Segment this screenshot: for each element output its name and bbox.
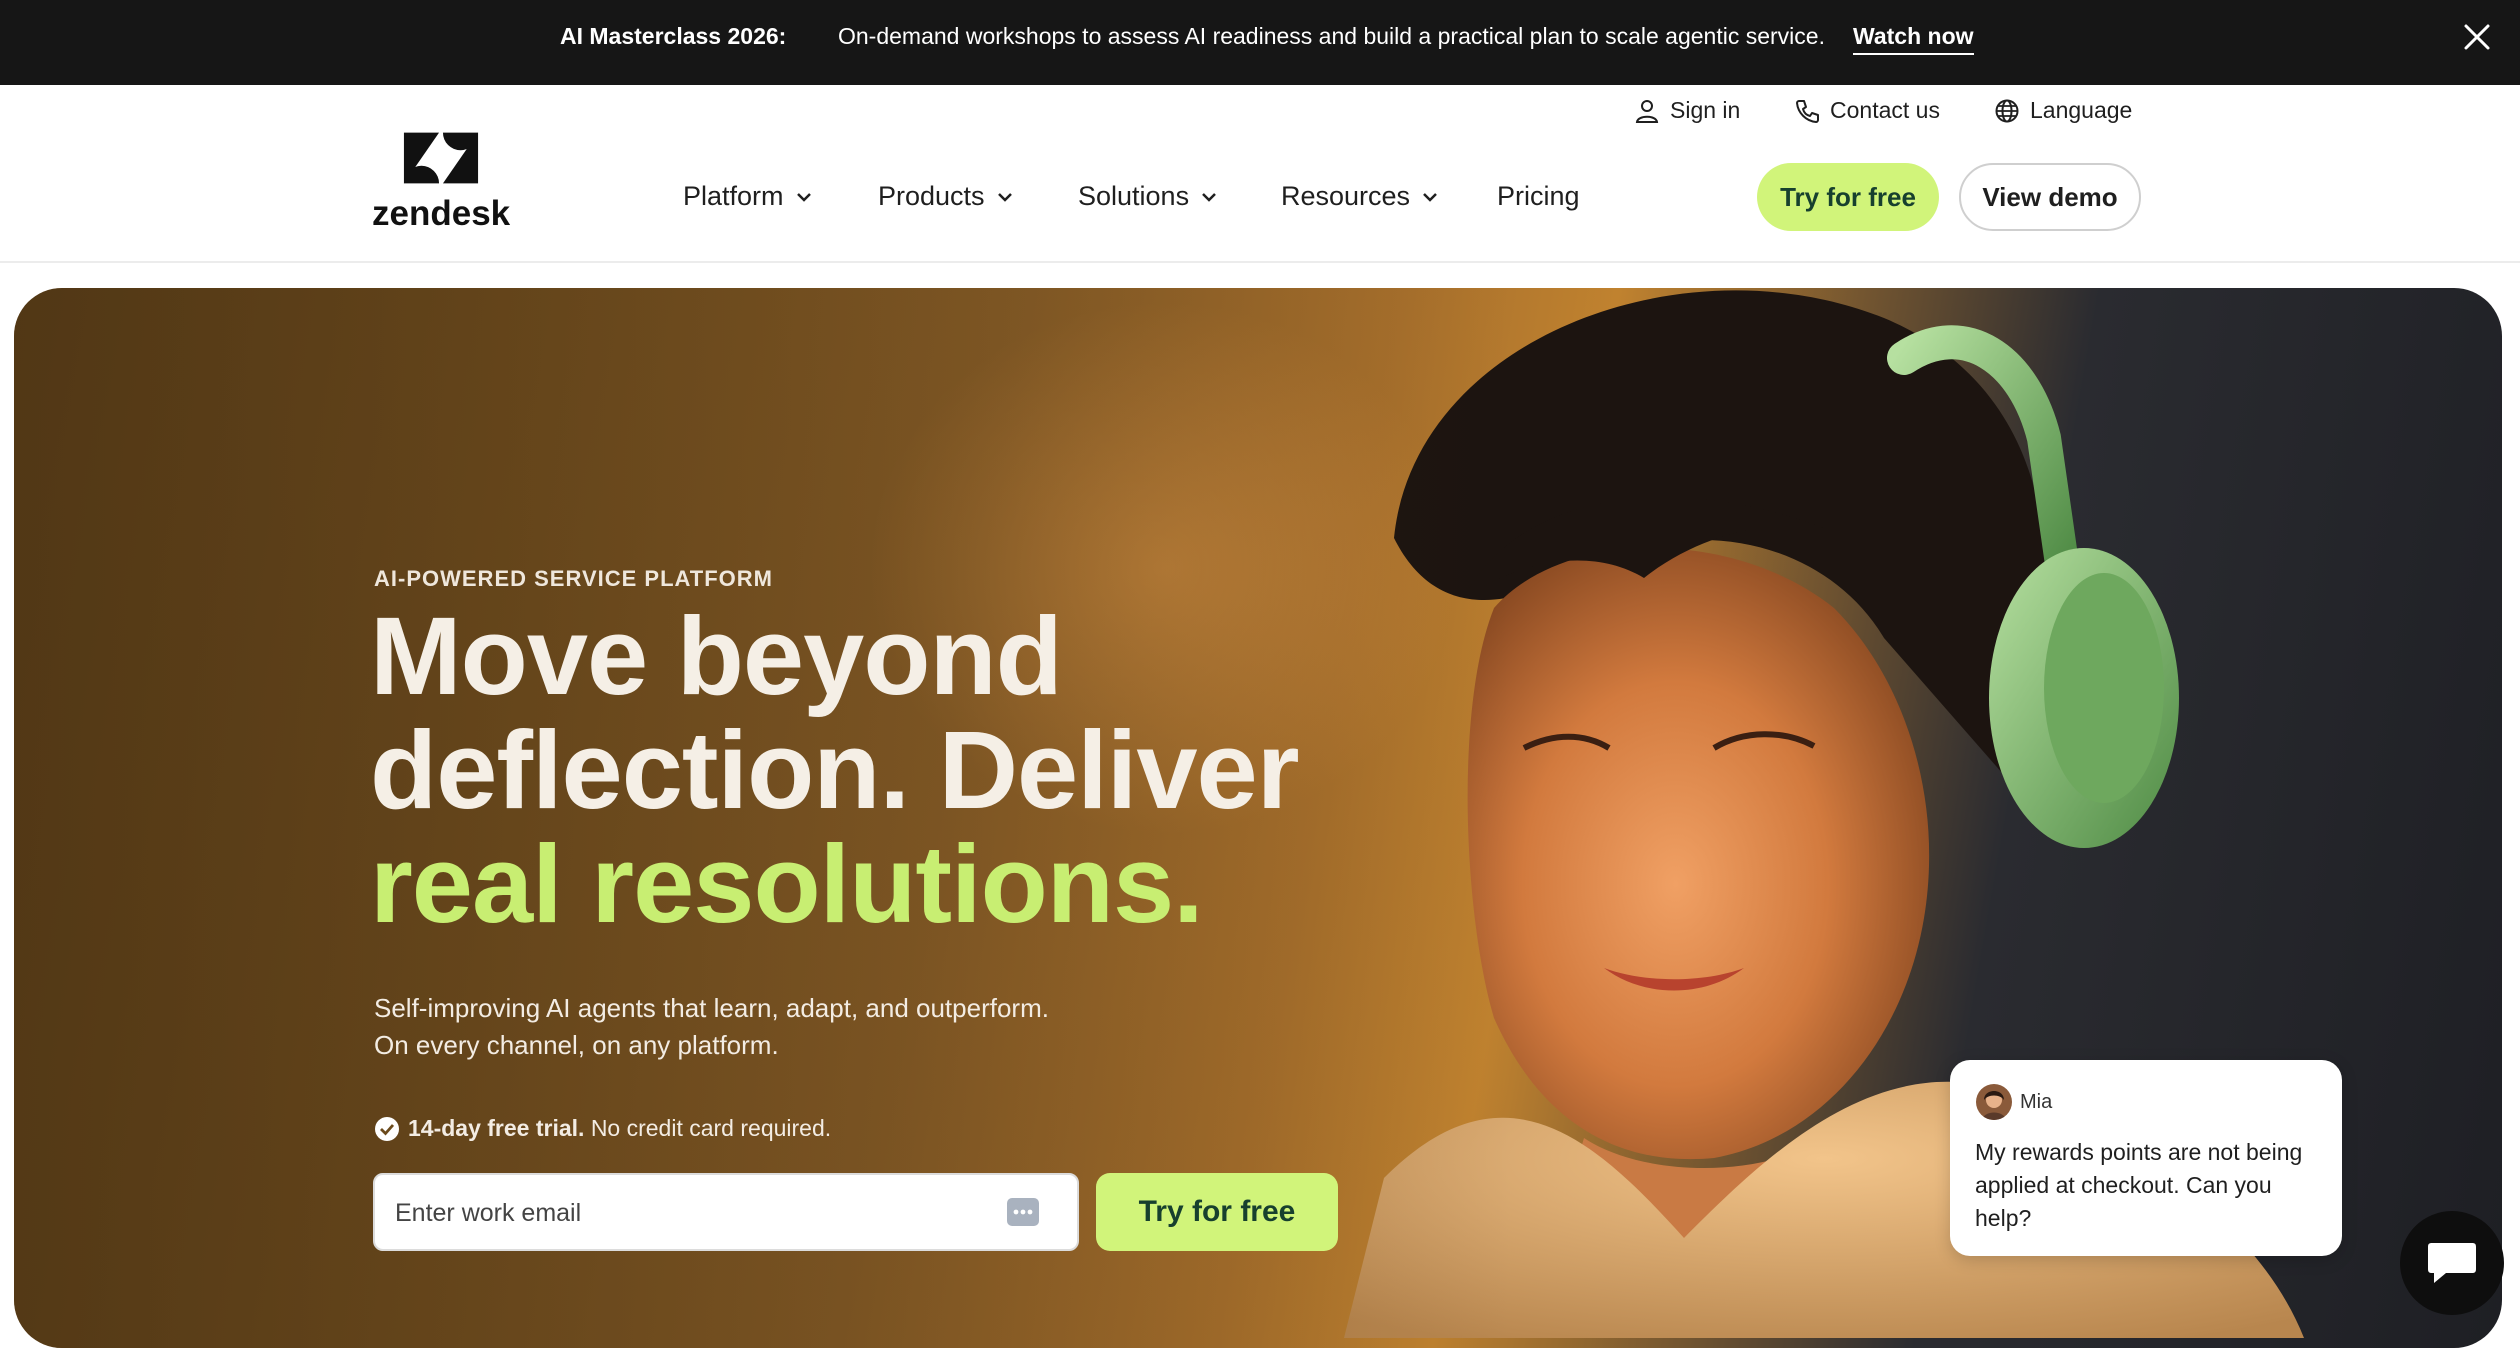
nav-pricing[interactable]: Pricing (1497, 181, 1580, 212)
chat-launcher-button[interactable] (2400, 1211, 2504, 1315)
headline-line-2: deflection. Deliver (370, 709, 1300, 832)
chevron-down-icon (1423, 192, 1437, 202)
trial-rest: No credit card required. (590, 1115, 832, 1141)
email-field-wrapper (373, 1173, 1079, 1251)
logo-wordmark: zendesk (372, 194, 511, 233)
nav-pricing-label: Pricing (1497, 181, 1580, 211)
nav-platform-label: Platform (683, 181, 784, 211)
close-icon[interactable] (2462, 22, 2492, 52)
phone-icon (1796, 99, 1819, 123)
headline-line-3: real resolutions. (370, 823, 1204, 946)
promo-text: On-demand workshops to assess AI readine… (838, 23, 1825, 49)
chat-message: My rewards points are not being applied … (1975, 1139, 2303, 1231)
contact-us-label: Contact us (1830, 97, 1940, 123)
work-email-input[interactable] (393, 1175, 997, 1251)
hero-eyebrow: AI-POWERED SERVICE PLATFORM (374, 566, 773, 591)
zendesk-logo[interactable]: zendesk (372, 130, 510, 233)
password-manager-icon[interactable] (1005, 1194, 1041, 1230)
avatar (1976, 1084, 2012, 1120)
contact-us-link[interactable]: Contact us (1794, 97, 1940, 124)
chat-sender-name: Mia (2020, 1091, 2053, 1113)
hero-headline: Move beyond deflection. Deliver real res… (370, 595, 1300, 946)
user-icon (1635, 99, 1659, 123)
chat-preview-card[interactable]: Mia My rewards points are not being appl… (1950, 1060, 2342, 1256)
chevron-down-icon (796, 192, 811, 202)
try-for-free-button[interactable]: Try for free (1757, 163, 1939, 231)
sign-in-label: Sign in (1670, 97, 1741, 123)
nav-products[interactable]: Products (878, 181, 1015, 212)
sign-in-link[interactable]: Sign in (1634, 97, 1740, 124)
subcopy-line-1: Self-improving AI agents that learn, ada… (374, 993, 1049, 1023)
chat-bubble-icon (2428, 1243, 2476, 1283)
hero-subcopy: Self-improving AI agents that learn, ada… (374, 990, 1049, 1064)
nav-platform[interactable]: Platform (683, 181, 814, 212)
trial-bold: 14-day free trial. (408, 1115, 585, 1141)
nav-resources-label: Resources (1281, 181, 1411, 211)
site-header: Sign in Contact us Language zendesk Plat… (0, 85, 2520, 263)
nav-products-label: Products (878, 181, 985, 211)
check-circle-icon (375, 1116, 399, 1141)
nav-solutions[interactable]: Solutions (1078, 181, 1219, 212)
chevron-down-icon (1202, 192, 1216, 202)
promo-banner: AI Masterclass 2026: On-demand workshops… (0, 0, 2520, 85)
language-label: Language (2030, 97, 2133, 123)
watch-now-link[interactable]: Watch now (1853, 23, 1974, 55)
nav-resources[interactable]: Resources (1281, 181, 1440, 212)
subcopy-line-2: On every channel, on any platform. (374, 1030, 779, 1060)
globe-icon (1995, 99, 2019, 122)
language-selector[interactable]: Language (1994, 97, 2132, 124)
nav-solutions-label: Solutions (1078, 181, 1190, 211)
chevron-down-icon (997, 192, 1012, 202)
hero-try-for-free-button[interactable]: Try for free (1096, 1173, 1338, 1251)
headline-line-1: Move beyond (370, 595, 1063, 718)
view-demo-button[interactable]: View demo (1959, 163, 2141, 231)
trial-note: 14-day free trial. No credit card requir… (374, 1115, 831, 1142)
zendesk-mark-icon (403, 132, 479, 184)
promo-title: AI Masterclass 2026: (560, 23, 787, 49)
